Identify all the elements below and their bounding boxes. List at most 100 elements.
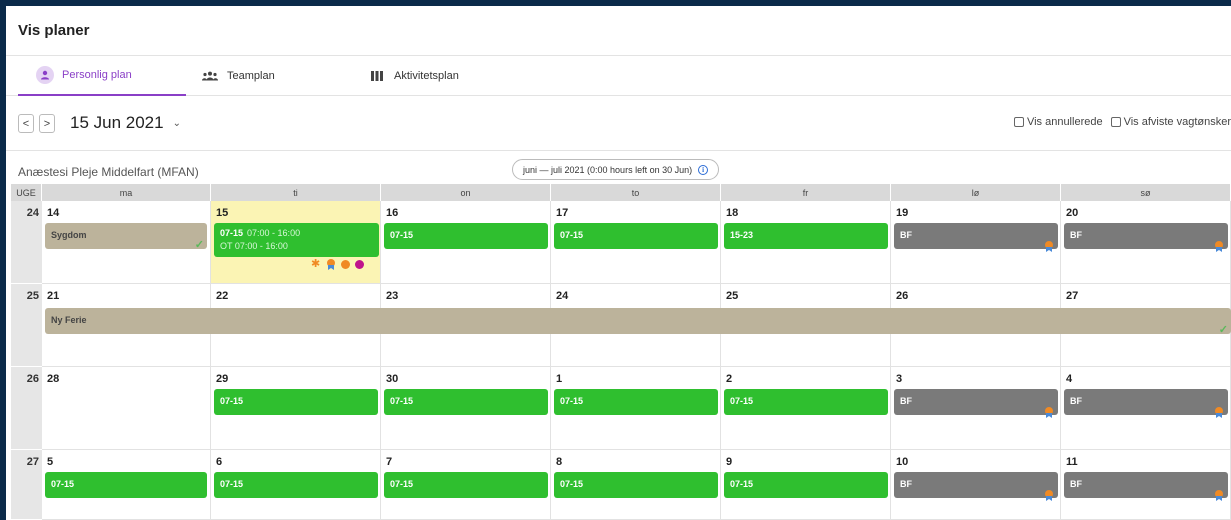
shift-07-15[interactable]: 07-15: [554, 223, 718, 249]
shift-bf[interactable]: BF: [1064, 389, 1228, 415]
day-header: sø: [1061, 184, 1231, 201]
day-cell-today[interactable]: 15 07-15 07:00 - 16:00 OT 07:00 - 16:00 ✱: [211, 201, 381, 284]
shift-07-15[interactable]: 07-15: [554, 389, 718, 415]
day-cell[interactable]: 16 07-15: [381, 201, 551, 284]
shift-label: BF: [1070, 479, 1082, 489]
team-icon: [201, 67, 219, 85]
day-number: 4: [1066, 373, 1073, 385]
day-number: 1: [556, 373, 563, 385]
tab-personlig-plan[interactable]: Personlig plan: [18, 56, 186, 96]
day-header: on: [381, 184, 551, 201]
day-cell[interactable]: 18 15-23: [721, 201, 891, 284]
day-cell[interactable]: 4 BF: [1061, 367, 1231, 450]
shift-07-15[interactable]: 07-15: [724, 472, 888, 498]
date-picker[interactable]: 15 Jun 2021 ⌄: [70, 113, 181, 133]
shift-label: 07-15: [390, 396, 414, 406]
shift-07-15[interactable]: 07-15: [384, 223, 548, 249]
columns-icon: [368, 67, 386, 85]
day-number: 21: [47, 290, 60, 302]
shift-label: 07-15: [220, 396, 244, 406]
shift-07-15[interactable]: 07-15: [214, 389, 378, 415]
shift-ny-ferie[interactable]: Ny Ferie ✓: [45, 308, 1231, 336]
overtime-label: OT 07:00 - 16:00: [220, 241, 288, 251]
day-cell[interactable]: 6 07-15: [211, 450, 381, 520]
day-cell[interactable]: 30 07-15: [381, 367, 551, 450]
day-cell[interactable]: 7 07-15: [381, 450, 551, 520]
show-rejected-checkbox[interactable]: Vis afviste vagtønsker: [1110, 116, 1231, 128]
week-cell: 24: [11, 201, 42, 284]
day-cell[interactable]: 17 07-15: [551, 201, 721, 284]
shift-bf[interactable]: BF: [1064, 472, 1228, 498]
day-number: 6: [216, 456, 223, 468]
day-header: to: [551, 184, 721, 201]
day-header: lø: [891, 184, 1061, 201]
day-header: ti: [211, 184, 381, 201]
current-date: 15 Jun 2021: [70, 113, 164, 132]
shift-07-15-ot[interactable]: 07-15 07:00 - 16:00 OT 07:00 - 16:00: [214, 223, 379, 257]
shift-label: 07-15: [390, 230, 414, 240]
shift-bf[interactable]: BF: [1064, 223, 1228, 249]
day-number: 7: [386, 456, 393, 468]
week-number: 26: [26, 373, 39, 385]
day-number: 15: [216, 207, 229, 219]
shift-bf[interactable]: BF: [894, 472, 1058, 498]
day-number: 29: [216, 373, 229, 385]
day-cell[interactable]: 29 07-15: [211, 367, 381, 450]
shift-label: 07-15: [730, 479, 754, 489]
day-cell[interactable]: 5 07-15: [42, 450, 211, 520]
day-cell[interactable]: 3 BF: [891, 367, 1061, 450]
check-icon: ✓: [1218, 324, 1228, 336]
ribbon-icon: [1214, 241, 1224, 252]
day-number: 25: [726, 290, 739, 302]
shift-07-15[interactable]: 07-15: [384, 472, 548, 498]
day-cell[interactable]: 19 BF: [891, 201, 1061, 284]
day-number: 19: [896, 207, 909, 219]
checkbox-icon: [1110, 117, 1121, 127]
day-number: 8: [556, 456, 563, 468]
ribbon-icon: [1214, 490, 1224, 501]
shift-07-15[interactable]: 07-15: [724, 389, 888, 415]
prev-button[interactable]: <: [18, 114, 34, 133]
ribbon-icon: [1044, 490, 1054, 501]
day-cell[interactable]: 14 Sygdom ✓: [42, 201, 211, 284]
day-number: 22: [216, 290, 229, 302]
shift-07-15[interactable]: 07-15: [554, 472, 718, 498]
day-number: 3: [896, 373, 903, 385]
tab-bar: Personlig plan Teamplan Aktivitetsplan: [6, 56, 1231, 96]
day-header: fr: [721, 184, 891, 201]
day-cell[interactable]: 1 07-15: [551, 367, 721, 450]
shift-label: 07-15: [560, 479, 584, 489]
day-number: 20: [1066, 207, 1079, 219]
tab-aktivitetsplan[interactable]: Aktivitetsplan: [368, 56, 459, 96]
tab-label: Teamplan: [227, 70, 275, 82]
day-cell[interactable]: 2 07-15: [721, 367, 891, 450]
show-cancelled-checkbox[interactable]: Vis annullerede: [1013, 116, 1103, 128]
shift-label: 07-15: [560, 396, 584, 406]
shift-07-15[interactable]: 07-15: [45, 472, 207, 498]
shift-15-23[interactable]: 15-23: [724, 223, 888, 249]
shift-07-15[interactable]: 07-15: [384, 389, 548, 415]
day-cell[interactable]: 8 07-15: [551, 450, 721, 520]
shift-bf[interactable]: BF: [894, 223, 1058, 249]
shift-time: 07:00 - 16:00: [247, 228, 301, 238]
shift-label: BF: [1070, 396, 1082, 406]
tab-teamplan[interactable]: Teamplan: [201, 56, 275, 96]
next-button[interactable]: >: [39, 114, 55, 133]
shift-label: 07-15: [390, 479, 414, 489]
info-icon[interactable]: i: [698, 164, 709, 175]
day-cell[interactable]: 20 BF: [1061, 201, 1231, 284]
day-cell[interactable]: 28: [42, 367, 211, 450]
shift-sygdom[interactable]: Sygdom ✓: [45, 223, 207, 251]
day-number: 27: [1066, 290, 1079, 302]
day-number: 9: [726, 456, 733, 468]
ribbon-icon: [1044, 407, 1054, 418]
day-cell[interactable]: 11 BF: [1061, 450, 1231, 520]
sun-icon: ✱: [311, 258, 321, 270]
shift-07-15[interactable]: 07-15: [214, 472, 378, 498]
shift-bf[interactable]: BF: [894, 389, 1058, 415]
day-cell[interactable]: 9 07-15: [721, 450, 891, 520]
day-number: 5: [47, 456, 54, 468]
shift-label: 07-15: [220, 228, 244, 238]
day-cell[interactable]: 10 BF: [891, 450, 1061, 520]
period-badge[interactable]: juni — juli 2021 (0:00 hours left on 30 …: [512, 159, 720, 180]
